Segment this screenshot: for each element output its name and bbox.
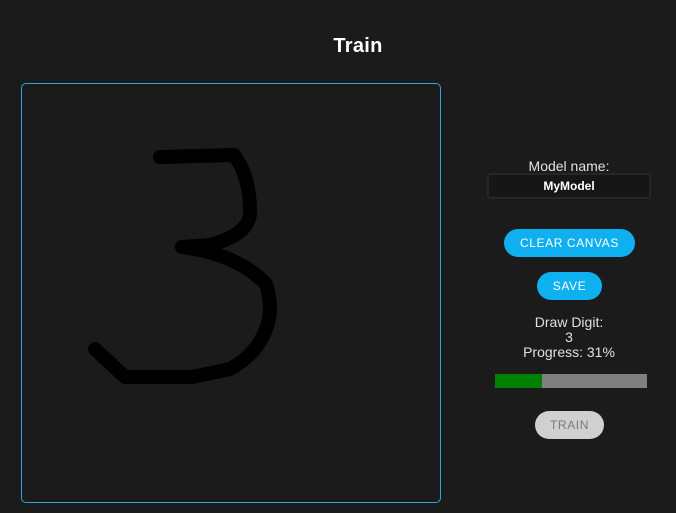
clear-canvas-button[interactable]: CLEAR CANVAS [504,229,635,257]
train-page: Train Model name: CLEAR CANVAS SAVE Draw… [0,0,676,513]
train-button[interactable]: TRAIN [535,411,604,439]
model-name-input[interactable] [487,173,651,199]
drawn-stroke [88,148,277,384]
page-title: Train [333,35,383,57]
model-name-label: Model name: [528,158,610,174]
progress-bar-fill [495,374,543,388]
draw-digit-value: 3 [565,329,573,345]
drawing-canvas[interactable] [21,83,441,503]
progress-text: Progress: 31% [523,344,615,360]
save-button[interactable]: SAVE [537,272,602,300]
draw-info: Draw Digit: 3 Progress: 31% [470,315,668,360]
draw-digit-label: Draw Digit: [534,314,604,330]
progress-bar [495,374,647,388]
